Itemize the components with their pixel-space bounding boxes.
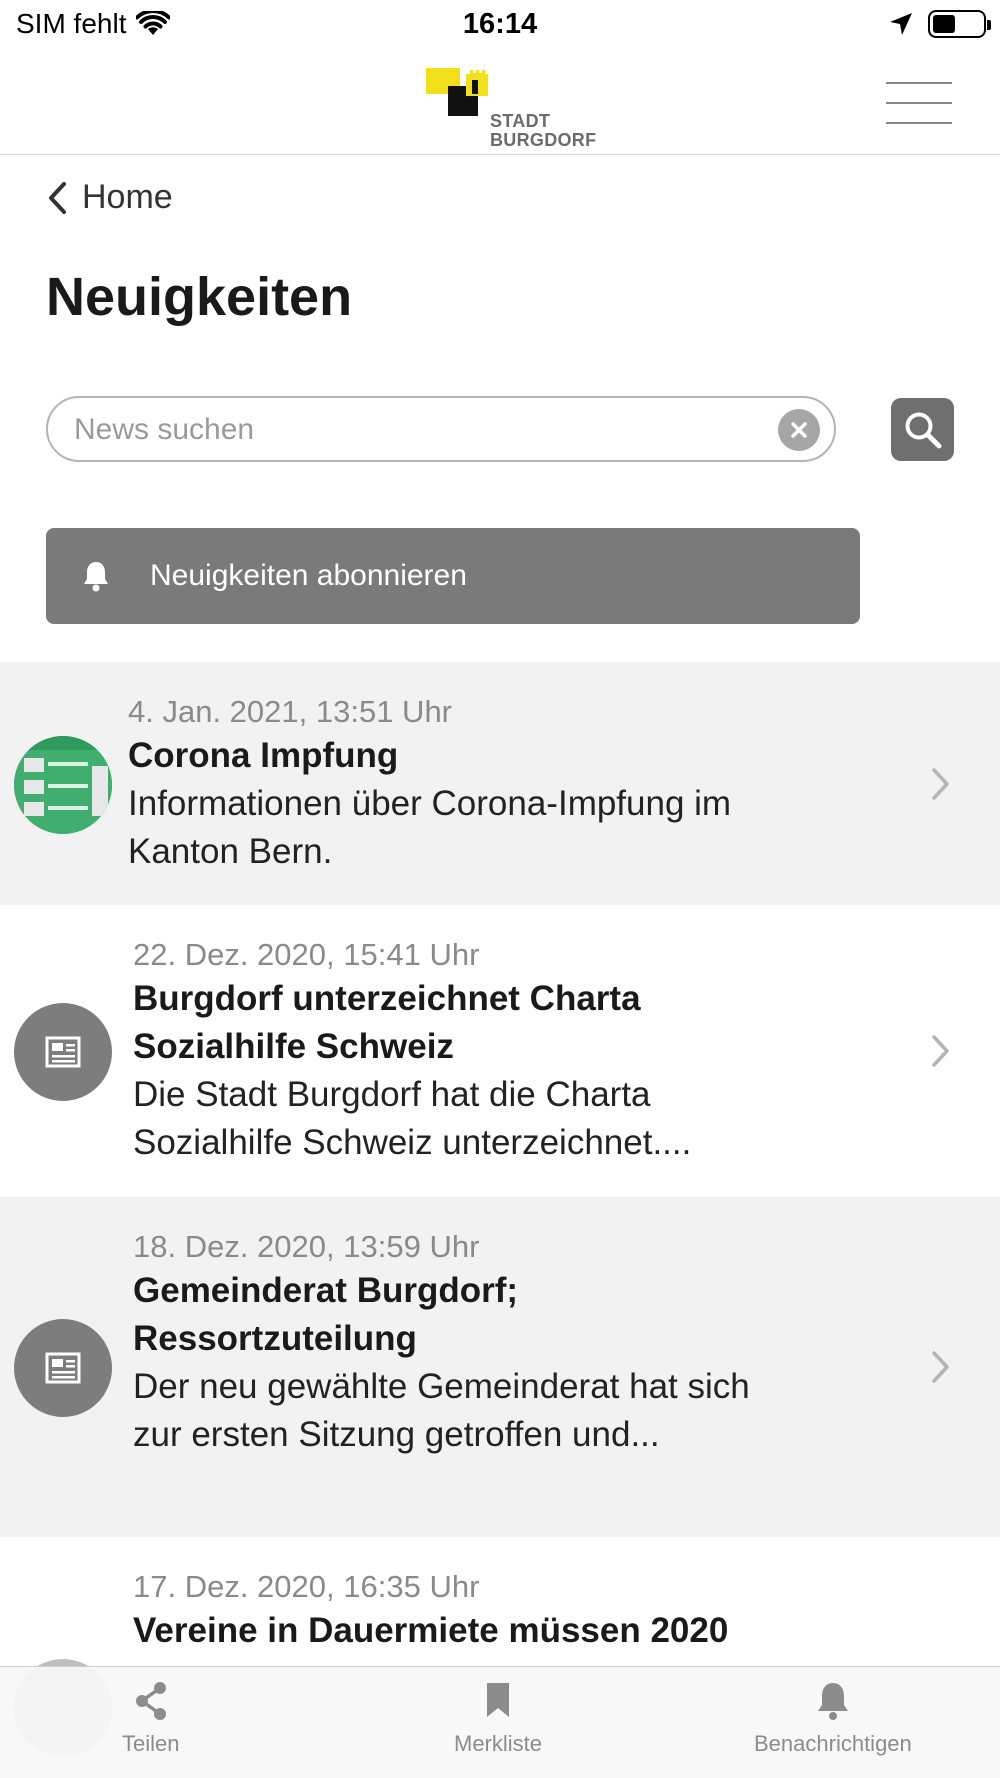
subscribe-news-button[interactable]: Neuigkeiten abonnieren	[46, 528, 860, 624]
news-text: 22. Dez. 2020, 15:41 Uhr Burgdorf unterz…	[133, 935, 793, 1167]
bell-icon	[816, 1675, 850, 1727]
news-title: Gemeinderat Burgdorf; Ressortzuteilung	[133, 1271, 519, 1358]
news-thumbnail	[14, 736, 112, 834]
search-icon	[905, 412, 941, 448]
news-item[interactable]: 18. Dez. 2020, 13:59 Uhr Gemeinderat Bur…	[0, 1197, 1000, 1537]
news-date: 4. Jan. 2021, 13:51 Uhr	[128, 694, 453, 729]
newspaper-icon	[14, 1003, 112, 1101]
chevron-left-icon	[49, 181, 66, 214]
newspaper-icon	[14, 1319, 112, 1417]
news-text: 18. Dez. 2020, 13:59 Uhr Gemeinderat Bur…	[133, 1227, 773, 1459]
back-label: Home	[82, 178, 173, 216]
search-button[interactable]	[891, 398, 954, 461]
hamburger-menu-icon[interactable]	[886, 82, 952, 124]
tab-bookmarks-label: Merkliste	[454, 1731, 543, 1756]
app-header: STADT BURGDORF	[0, 52, 1000, 155]
bottom-tab-bar: Teilen Merkliste Benachrichtigen	[0, 1666, 1000, 1778]
news-title: Vereine in Dauermiete müssen 2020	[133, 1611, 729, 1650]
logo-emblem-icon	[426, 68, 488, 116]
tab-notifications-label: Benachrichtigen	[754, 1731, 912, 1756]
bookmark-icon	[485, 1675, 511, 1727]
news-item[interactable]: 22. Dez. 2020, 15:41 Uhr Burgdorf unterz…	[0, 905, 1000, 1197]
subscribe-label: Neuigkeiten abonnieren	[150, 559, 467, 592]
news-date: 18. Dez. 2020, 13:59 Uhr	[133, 1229, 480, 1264]
news-title: Corona Impfung	[128, 736, 399, 775]
status-bar: SIM fehlt 16:14	[0, 0, 1000, 52]
page-title: Neuigkeiten	[46, 267, 353, 327]
back-link[interactable]: Home	[46, 178, 173, 217]
news-list: 4. Jan. 2021, 13:51 Uhr Corona Impfung I…	[0, 662, 1000, 1778]
tab-notifications[interactable]: Benachrichtigen	[754, 1675, 912, 1757]
news-description: Der neu gewählte Gemeinderat hat sich zu…	[133, 1367, 750, 1454]
status-right	[888, 10, 991, 38]
stadt-burgdorf-logo[interactable]: STADT BURGDORF	[424, 66, 596, 150]
news-item[interactable]: 4. Jan. 2021, 13:51 Uhr Corona Impfung I…	[0, 662, 1000, 905]
clear-search-button[interactable]	[778, 409, 820, 451]
chevron-right-icon	[932, 1351, 949, 1383]
status-time: 16:14	[462, 8, 538, 40]
tab-share[interactable]: Teilen	[122, 1675, 179, 1757]
tab-bookmarks[interactable]: Merkliste	[454, 1675, 542, 1757]
bell-icon	[76, 560, 116, 592]
chevron-right-icon	[932, 768, 949, 800]
news-description: Die Stadt Burgdorf hat die Charta Sozial…	[133, 1075, 692, 1162]
logo-text: STADT BURGDORF	[490, 112, 596, 150]
search-field[interactable]	[46, 396, 836, 462]
news-date: 17. Dez. 2020, 16:35 Uhr	[133, 1569, 480, 1604]
logo-text-line1: STADT	[490, 111, 551, 131]
chevron-right-icon	[932, 1035, 949, 1067]
share-icon	[134, 1675, 168, 1727]
news-title: Burgdorf unterzeichnet Charta Sozialhilf…	[133, 979, 641, 1066]
news-date: 22. Dez. 2020, 15:41 Uhr	[133, 937, 480, 972]
close-icon	[791, 422, 807, 438]
news-text: 4. Jan. 2021, 13:51 Uhr Corona Impfung I…	[128, 692, 808, 876]
battery-icon	[928, 10, 991, 38]
search-input[interactable]	[74, 408, 754, 452]
location-arrow-icon	[890, 13, 912, 35]
logo-text-line2: BURGDORF	[490, 130, 597, 150]
tab-share-label: Teilen	[122, 1731, 180, 1756]
news-description: Informationen über Corona-Impfung im Kan…	[128, 784, 732, 871]
news-text: 17. Dez. 2020, 16:35 Uhr Vereine in Daue…	[133, 1567, 953, 1655]
